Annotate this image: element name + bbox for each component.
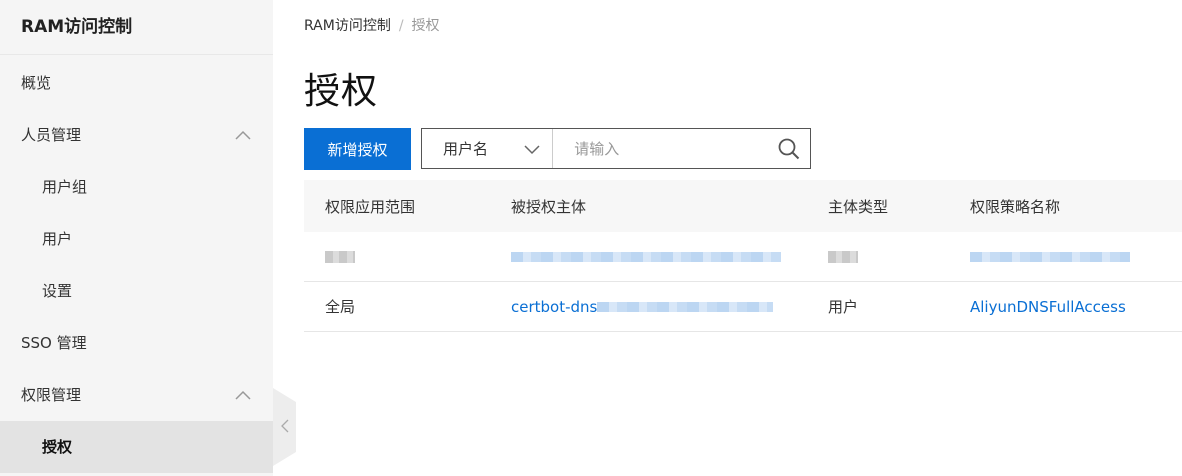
chevron-up-icon[interactable] [235,109,251,161]
column-header-policy: 权限策略名称 [970,197,1061,216]
policy-link[interactable]: AliyunDNSFullAccess [970,298,1126,316]
add-grant-button[interactable]: 新增授权 [304,128,411,170]
table-header: 权限应用范围 被授权主体 主体类型 权限策略名称 [304,180,1182,232]
sidebar-item-settings[interactable]: 设置 [0,265,273,317]
table-row [304,232,1182,282]
sidebar-item-label: 授权 [42,438,73,456]
sidebar-item-sso[interactable]: SSO 管理 [0,317,273,369]
grants-table: 权限应用范围 被授权主体 主体类型 权限策略名称 全局 certbot-dns … [304,180,1182,332]
sidebar-item-users[interactable]: 用户 [0,213,273,265]
column-header-scope: 权限应用范围 [325,197,416,216]
sidebar-collapse-handle[interactable] [273,388,296,466]
sidebar-item-label: SSO 管理 [21,334,87,352]
sidebar-item-label: 人员管理 [21,126,82,144]
sidebar-item-permission-management[interactable]: 权限管理 [0,369,273,421]
table-row: 全局 certbot-dns 用户 AliyunDNSFullAccess [304,282,1182,332]
sidebar-item-label: 概览 [21,74,52,92]
column-header-principal: 被授权主体 [511,197,587,216]
sidebar-title: RAM访问控制 [0,0,273,55]
search-group: 用户名 [421,128,811,169]
chevron-up-icon[interactable] [235,369,251,421]
column-header-type: 主体类型 [828,197,889,216]
search-input[interactable] [553,129,769,168]
breadcrumb-current: 授权 [411,18,440,34]
sidebar-item-label: 用户组 [42,178,88,196]
filter-select[interactable]: 用户名 [422,129,554,168]
chevron-down-icon [524,141,540,159]
sidebar-item-grants[interactable]: 授权 [0,421,273,473]
redacted-principal-link[interactable] [511,248,781,266]
breadcrumb: RAM访问控制 / 授权 [304,15,440,35]
sidebar: RAM访问控制 概览 人员管理 用户组 用户 设置 SSO 管理 权限管理 授权 [0,0,273,476]
principal-link-text: certbot-dns [511,297,598,316]
redacted-type [828,248,858,266]
sidebar-item-label: 权限管理 [21,386,82,404]
principal-link[interactable]: certbot-dns [511,297,774,316]
chevron-left-icon [280,418,289,437]
breadcrumb-separator: / [398,18,404,34]
search-icon[interactable] [768,129,810,168]
sidebar-item-label: 用户 [42,230,73,248]
sidebar-item-overview[interactable]: 概览 [0,57,273,109]
page-title: 授权 [304,71,379,112]
filter-select-value: 用户名 [443,140,489,158]
cell-type: 用户 [828,298,859,316]
redacted-policy-link[interactable] [970,248,1130,266]
sidebar-item-people-management[interactable]: 人员管理 [0,109,273,161]
redacted-scope [325,248,355,266]
sidebar-item-label: 设置 [42,282,73,300]
sidebar-item-user-groups[interactable]: 用户组 [0,161,273,213]
breadcrumb-root[interactable]: RAM访问控制 [304,18,391,34]
cell-scope: 全局 [325,298,356,316]
redacted-principal-suffix [597,302,774,312]
